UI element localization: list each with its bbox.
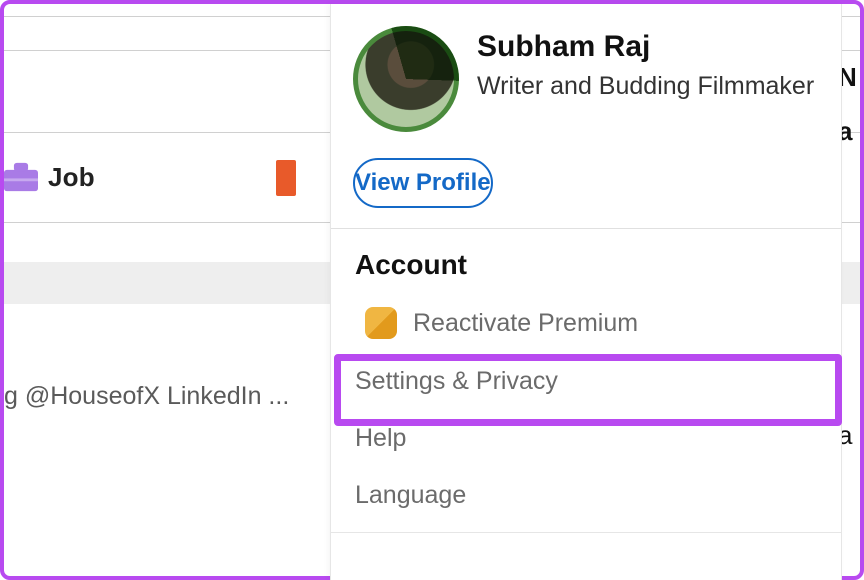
menu-item-help[interactable]: Help xyxy=(331,410,841,467)
briefcase-icon xyxy=(4,162,38,192)
premium-icon xyxy=(365,307,397,339)
panel-separator xyxy=(331,532,841,533)
account-menu: Reactivate Premium Settings & Privacy He… xyxy=(331,289,841,524)
profile-headline: Writer and Budding Filmmaker xyxy=(477,70,814,102)
menu-item-reactivate-premium[interactable]: Reactivate Premium xyxy=(331,293,841,353)
profile-info: Subham Raj Writer and Budding Filmmaker xyxy=(477,26,814,132)
view-profile-button[interactable]: View Profile xyxy=(353,158,493,208)
viewport: Job g @HouseofX LinkedIn ... N a ' a Sub… xyxy=(4,4,860,576)
section-title-account: Account xyxy=(331,229,841,289)
profile-name: Subham Raj xyxy=(477,30,814,64)
menu-item-label: Settings & Privacy xyxy=(355,367,558,396)
profile-header: Subham Raj Writer and Budding Filmmaker xyxy=(331,4,841,142)
menu-item-label: Reactivate Premium xyxy=(413,309,638,338)
menu-item-label: Language xyxy=(355,481,466,510)
background-truncated-text: g @HouseofX LinkedIn ... xyxy=(4,382,289,411)
sidebar-item-label: Job xyxy=(48,162,95,193)
menu-item-settings-privacy[interactable]: Settings & Privacy xyxy=(331,353,841,410)
sidebar-item-jobs[interactable]: Job xyxy=(4,146,330,208)
menu-item-label: Help xyxy=(355,424,406,453)
avatar[interactable] xyxy=(353,26,459,132)
menu-item-language[interactable]: Language xyxy=(331,467,841,524)
me-dropdown-panel: Subham Raj Writer and Budding Filmmaker … xyxy=(330,4,842,580)
